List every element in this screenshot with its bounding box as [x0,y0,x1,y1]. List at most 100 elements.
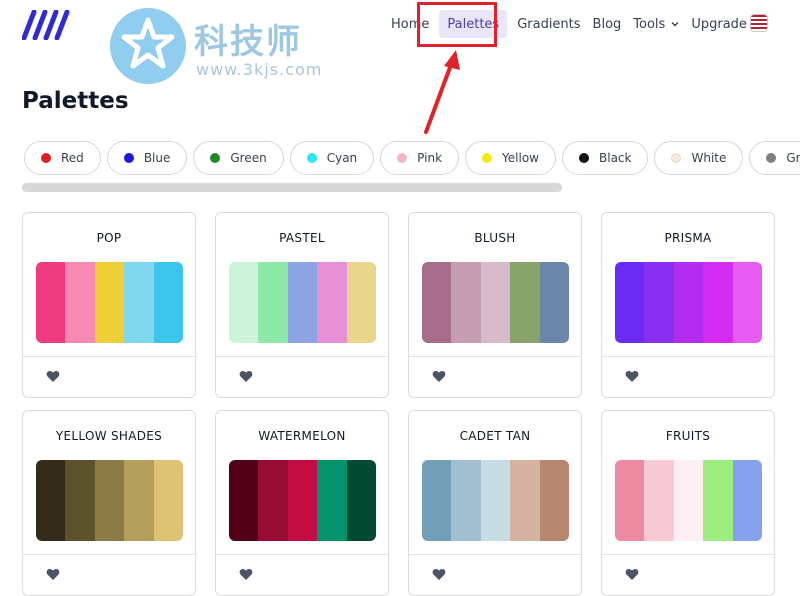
color-swatch[interactable] [153,460,183,541]
watermark-title: 科技师 [194,22,302,62]
color-swatch[interactable] [732,262,762,343]
color-swatch[interactable] [539,262,569,343]
palette-swatch[interactable] [229,460,376,541]
filter-pill-yellow[interactable]: Yellow [465,141,556,175]
color-swatch[interactable] [153,262,183,343]
color-swatch[interactable] [451,262,481,343]
card-divider [409,356,581,357]
color-swatch[interactable] [287,460,318,541]
color-swatch[interactable] [317,460,347,541]
color-swatch[interactable] [229,460,259,541]
color-swatch[interactable] [124,262,154,343]
palette-name: WATERMELON [258,429,346,443]
color-swatch[interactable] [287,262,318,343]
color-swatch[interactable] [317,262,347,343]
heart-icon[interactable] [239,370,253,383]
color-swatch[interactable] [346,262,376,343]
palette-name: FRUITS [665,429,711,443]
color-swatch[interactable] [36,262,66,343]
color-swatch[interactable] [644,262,674,343]
color-dot-icon [671,153,682,163]
color-dot-icon [579,153,589,163]
color-dot-icon [306,153,317,163]
color-swatch[interactable] [36,460,66,541]
nav-tools-label: Tools [633,16,666,32]
color-swatch[interactable] [539,460,569,541]
color-swatch[interactable] [510,262,540,343]
heart-icon[interactable] [625,370,639,383]
nav-tools[interactable]: Tools [627,10,685,38]
palette-swatch[interactable] [422,262,569,343]
palette-card[interactable]: PRISMA [601,212,775,398]
filter-pill-black[interactable]: Black [562,141,649,175]
color-swatch[interactable] [65,460,95,541]
palette-card[interactable]: PASTEL [215,212,389,398]
palette-card[interactable]: CADET TAN [408,410,582,596]
color-swatch[interactable] [615,262,645,343]
palette-name: PRISMA [664,231,712,245]
filter-pill-green[interactable]: Green [193,141,284,175]
palette-card[interactable]: WATERMELON [215,410,389,596]
heart-icon[interactable] [46,568,60,581]
color-swatch[interactable] [346,460,376,541]
color-swatch[interactable] [422,460,452,541]
heart-icon[interactable] [625,568,639,581]
heart-icon[interactable] [239,568,253,581]
color-swatch[interactable] [673,262,704,343]
watermark-url: www.3kjs.com [196,60,323,79]
filter-pill-red[interactable]: Red [24,141,101,175]
color-filter-bar: Red Blue Green Cyan Pink Yellow Black White Grey [24,141,800,177]
color-swatch[interactable] [644,460,674,541]
palette-card[interactable]: FRUITS [601,410,775,596]
color-swatch[interactable] [480,460,511,541]
palette-swatch[interactable] [422,460,569,541]
color-swatch[interactable] [510,460,540,541]
color-swatch[interactable] [94,460,125,541]
color-swatch[interactable] [615,460,645,541]
color-swatch[interactable] [451,460,481,541]
palette-card[interactable]: BLUSH [408,212,582,398]
palette-card[interactable]: POP [22,212,196,398]
color-swatch[interactable] [673,460,704,541]
filter-pill-white[interactable]: White [654,141,744,175]
color-swatch[interactable] [732,460,762,541]
color-swatch[interactable] [65,262,95,343]
filter-pill-pink[interactable]: Pink [380,141,460,175]
heart-icon[interactable] [432,370,446,383]
watermark: 科技师 www.3kjs.com [110,6,340,86]
palette-swatch[interactable] [36,460,183,541]
color-swatch[interactable] [703,262,733,343]
filter-scrollbar[interactable] [22,183,562,192]
color-swatch[interactable] [422,262,452,343]
filter-pill-cyan[interactable]: Cyan [289,141,375,175]
heart-icon[interactable] [46,370,60,383]
color-swatch[interactable] [258,262,288,343]
palette-swatch[interactable] [615,460,762,541]
color-swatch[interactable] [94,262,125,343]
color-swatch[interactable] [229,262,259,343]
filter-pill-label: Black [599,151,632,165]
nav-gradients[interactable]: Gradients [511,10,586,38]
card-divider [409,554,581,555]
color-dot-icon [766,153,777,163]
palette-name: CADET TAN [459,429,531,443]
color-swatch[interactable] [703,460,733,541]
color-swatch[interactable] [480,262,511,343]
palette-swatch[interactable] [36,262,183,343]
logo-icon[interactable] [22,10,72,40]
filter-pill-label: White [691,151,727,165]
language-flag-icon[interactable] [750,14,768,32]
card-divider [602,356,774,357]
filter-pill-grey[interactable]: Grey [749,141,800,175]
color-swatch[interactable] [258,460,288,541]
card-divider [602,554,774,555]
heart-icon[interactable] [432,568,446,581]
palette-card[interactable]: YELLOW SHADES [22,410,196,596]
nav-blog[interactable]: Blog [587,10,628,38]
palette-swatch[interactable] [615,262,762,343]
palette-swatch[interactable] [229,262,376,343]
card-divider [23,356,195,357]
filter-pill-blue[interactable]: Blue [106,141,188,175]
color-swatch[interactable] [124,460,154,541]
filter-pill-label: Grey [786,151,800,165]
